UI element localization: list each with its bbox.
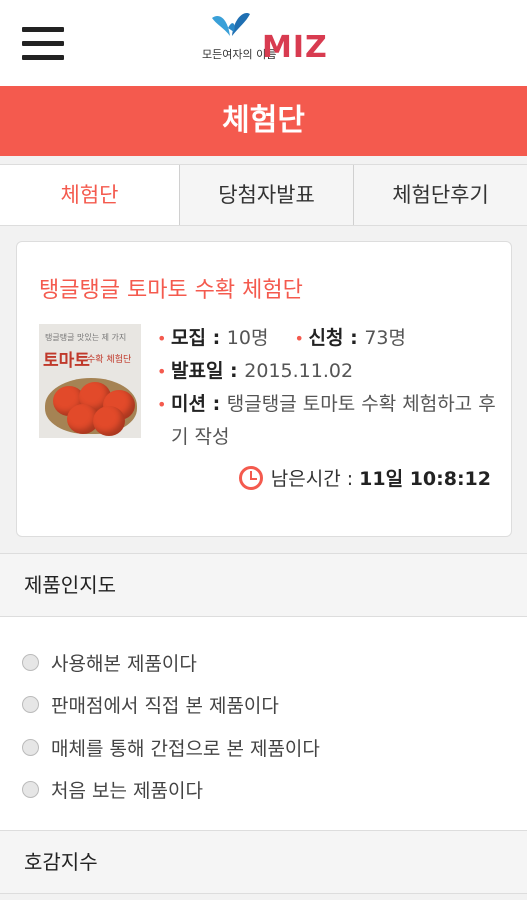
tab-experience[interactable]: 체험단 — [0, 165, 180, 225]
option-label: 매체를 통해 간접으로 본 제품이다 — [51, 737, 320, 760]
apply-label: 신청 : — [308, 327, 365, 349]
radio-icon[interactable] — [22, 781, 39, 799]
page-title: 체험단 — [0, 86, 527, 156]
campaign-thumbnail[interactable]: 탱글탱글 맛있는 제 가지 토마토 수확 체험단 — [39, 324, 141, 438]
apply-value: 73명 — [364, 327, 406, 349]
tomato-image — [93, 406, 125, 436]
announce-row: • 발표일 : 2015.11.02 — [157, 355, 497, 388]
announce-label: 발표일 : — [171, 360, 245, 382]
clock-icon — [238, 465, 263, 490]
option-label: 판매점에서 직접 본 제품이다 — [51, 695, 279, 718]
option-label: 처음 보는 제품이다 — [51, 780, 203, 803]
recruit-value: 10명 — [226, 327, 269, 349]
remaining-value: 11일 10:8:12 — [359, 468, 491, 490]
bullet-icon: • — [157, 395, 167, 414]
logo[interactable]: 모든여자의 이름 MIZ — [200, 10, 328, 76]
thumbnail-subtitle: 수확 체험단 — [87, 355, 132, 365]
remaining-time: 남은시간 : 11일 10:8:12 — [238, 464, 491, 491]
campaign-title[interactable]: 탱글탱글 토마토 수확 체험단 — [39, 272, 303, 304]
campaign-card[interactable]: 탱글탱글 토마토 수확 체험단 탱글탱글 맛있는 제 가지 토마토 수확 체험단… — [16, 241, 512, 537]
recruit-apply-row: • 모집 : 10명 • 신청 : 73명 — [157, 322, 497, 355]
thumbnail-title: 토마토 — [43, 351, 90, 371]
mission-row: • 미션 : 탱글탱글 토마토 수확 체험하고 후기 작성 — [157, 388, 497, 454]
bullet-icon: • — [157, 362, 167, 381]
thumbnail-caption: 탱글탱글 맛있는 제 가지 — [45, 333, 127, 342]
option-label: 사용해본 제품이다 — [51, 652, 197, 675]
top-bar: 모든여자의 이름 MIZ — [0, 0, 527, 86]
tab-winners[interactable]: 당첨자발표 — [180, 165, 354, 225]
preference-section-header: 호감지수 — [0, 830, 527, 894]
logo-brand: MIZ — [262, 30, 328, 65]
radio-icon[interactable] — [22, 738, 39, 756]
awareness-option[interactable]: 판매점에서 직접 본 제품이다 — [0, 684, 527, 727]
bullet-icon: • — [294, 329, 304, 348]
tab-reviews[interactable]: 체험단후기 — [354, 165, 527, 225]
recruit-label: 모집 : — [171, 327, 227, 349]
awareness-options: 사용해본 제품이다 판매점에서 직접 본 제품이다 매체를 통해 간접으로 본 … — [0, 617, 527, 830]
awareness-option[interactable]: 사용해본 제품이다 — [0, 641, 527, 684]
radio-icon[interactable] — [22, 696, 39, 714]
logo-mark — [212, 12, 250, 36]
campaign-info: • 모집 : 10명 • 신청 : 73명 • 발표일 : 2015.11.02… — [157, 322, 497, 454]
tab-bar: 체험단 당첨자발표 체험단후기 — [0, 164, 527, 226]
menu-icon[interactable] — [22, 27, 64, 61]
mission-label: 미션 : — [171, 393, 227, 415]
bullet-icon: • — [157, 329, 167, 348]
awareness-section-header: 제품인지도 — [0, 553, 527, 617]
remaining-label: 남은시간 : — [270, 468, 354, 490]
radio-icon[interactable] — [22, 653, 39, 671]
awareness-option[interactable]: 매체를 통해 간접으로 본 제품이다 — [0, 726, 527, 769]
announce-value: 2015.11.02 — [244, 360, 354, 382]
awareness-option[interactable]: 처음 보는 제품이다 — [0, 769, 527, 812]
